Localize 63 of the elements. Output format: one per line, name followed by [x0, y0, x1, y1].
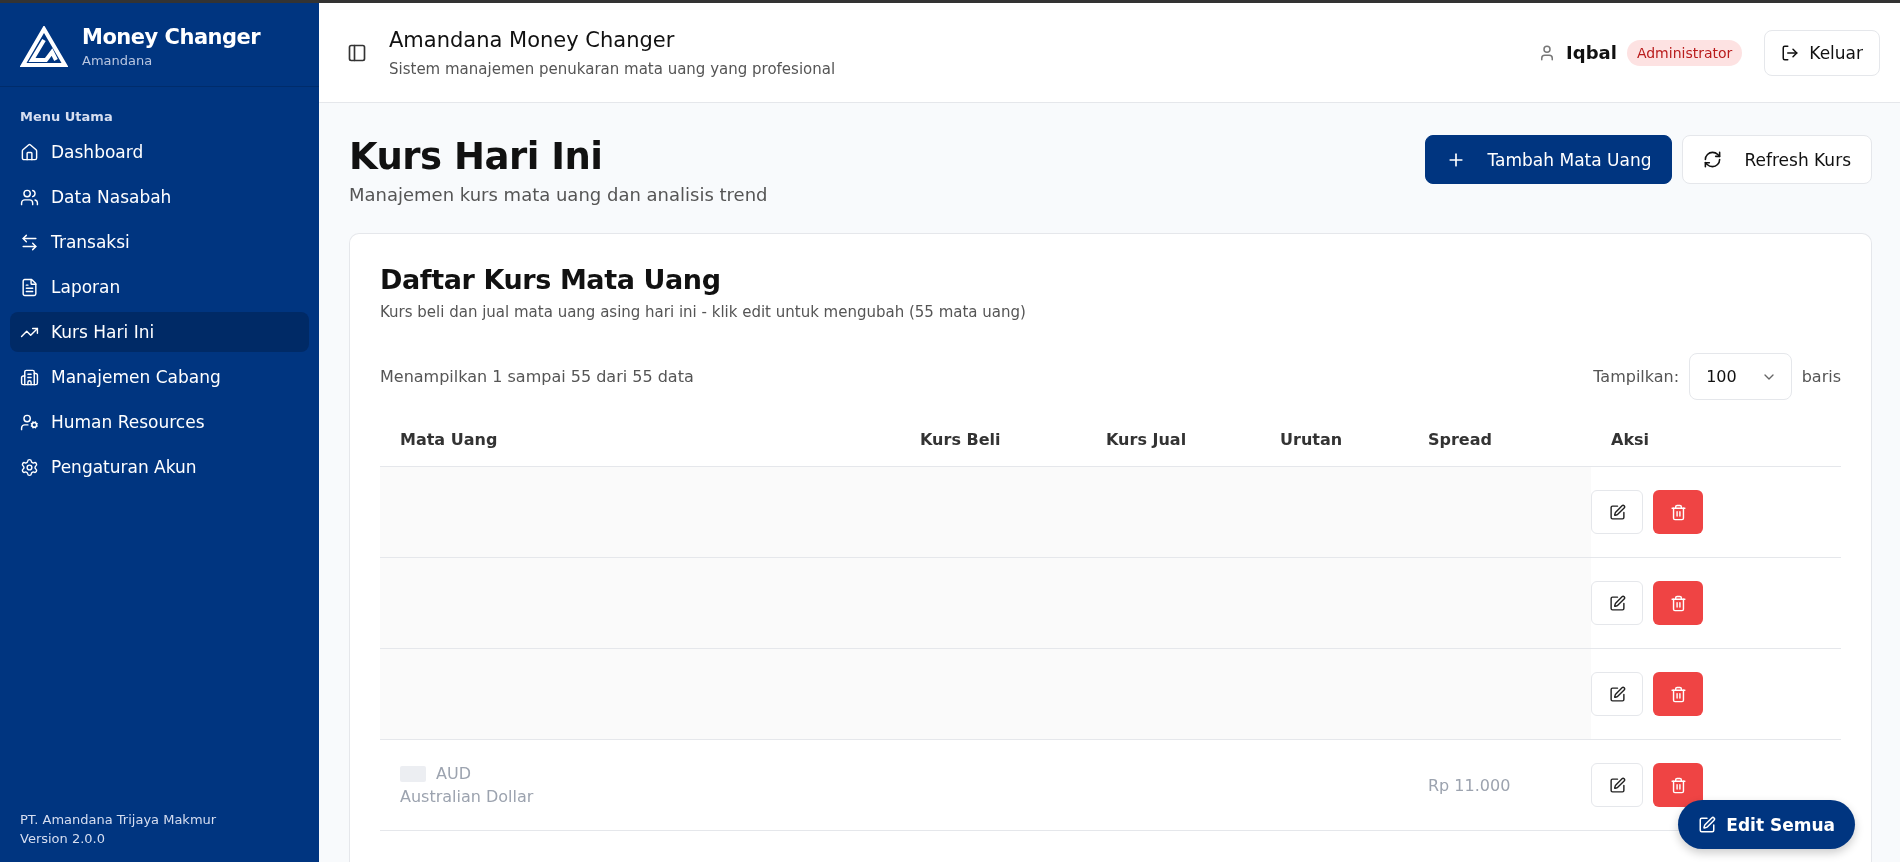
edit-icon	[1608, 503, 1626, 521]
trash-icon	[1669, 776, 1687, 794]
logout-icon	[1781, 43, 1800, 62]
sidebar-item[interactable]: Laporan	[10, 267, 309, 307]
edit-button[interactable]	[1591, 581, 1643, 625]
sidebar-item[interactable]: Data Nasabah	[10, 177, 309, 217]
refresh-icon	[1703, 150, 1723, 169]
page-title: Kurs Hari Ini	[349, 135, 604, 178]
edit-icon	[1608, 685, 1626, 703]
document-icon	[20, 277, 39, 297]
sidebar-item[interactable]: Human Resources	[10, 402, 309, 442]
brand-subtitle: Amandana	[82, 53, 154, 68]
footer-text: PT. Amandana Trijaya Makmur	[20, 812, 218, 827]
app-subtitle: Sistem manajemen penukaran mata uang yang profesional	[389, 59, 836, 78]
sidebar-item[interactable]: Transaksi	[10, 222, 309, 262]
column-header: Kurs Jual	[1105, 428, 1188, 451]
edit-icon	[1608, 776, 1626, 794]
edit-button[interactable]	[1591, 490, 1643, 534]
brand-title: Money Changer	[82, 25, 261, 49]
building-icon	[20, 367, 39, 387]
edit-button[interactable]	[1591, 672, 1643, 716]
sidebar-item[interactable]: Dashboard	[10, 132, 309, 172]
users-icon	[20, 187, 39, 207]
rows-label: baris	[1801, 367, 1841, 386]
logo-icon	[20, 25, 68, 68]
add-currency-button[interactable]: Tambah Mata Uang	[1424, 135, 1673, 184]
page-size-label: Tampilkan:	[1593, 367, 1680, 386]
page-subtitle: Manajemen kurs mata uang dan analisis trend	[349, 184, 768, 205]
column-header: Kurs Beli	[919, 428, 1002, 451]
role-badge: Administrator	[1626, 39, 1743, 66]
column-header: Aksi	[1610, 428, 1651, 451]
edit-all-button[interactable]: Edit Semua	[1678, 800, 1855, 849]
column-header: Spread	[1427, 428, 1493, 451]
sidebar-item[interactable]: Manajemen Cabang	[10, 357, 309, 397]
app-title: Amandana Money Changer	[389, 27, 676, 52]
menu-section-label: Menu Utama	[20, 109, 114, 124]
footer-text: Version 2.0.0	[20, 831, 106, 846]
refresh-button[interactable]: Refresh Kurs	[1682, 135, 1872, 184]
edit-icon	[1698, 815, 1717, 834]
currency-code: AUD	[436, 764, 471, 783]
column-header: Urutan	[1279, 428, 1344, 451]
settings-icon	[20, 457, 39, 477]
trash-icon	[1669, 594, 1687, 612]
arrows-icon	[20, 232, 39, 252]
edit-button[interactable]	[1591, 763, 1643, 807]
page-size-select[interactable]: 100	[1689, 353, 1792, 400]
sidebar-toggle-icon[interactable]	[347, 42, 367, 63]
logout-button[interactable]: Keluar	[1764, 29, 1880, 76]
trash-icon	[1669, 685, 1687, 703]
spread-value: Rp 11.000	[1428, 775, 1512, 795]
column-header: Mata Uang	[399, 428, 499, 451]
sidebar-item[interactable]: Kurs Hari Ini	[10, 312, 309, 352]
home-icon	[20, 142, 39, 162]
user-gear-icon	[20, 412, 39, 432]
sidebar-item[interactable]: Pengaturan Akun	[10, 447, 309, 487]
edit-icon	[1608, 594, 1626, 612]
trash-icon	[1669, 503, 1687, 521]
user-name: Iqbal	[1566, 42, 1617, 63]
card-subtitle: Kurs beli dan jual mata uang asing hari ini - klik edit untuk mengubah (55 mata uang)	[380, 303, 1027, 321]
delete-button[interactable]	[1653, 763, 1703, 807]
currency-name: Australian Dollar	[400, 787, 535, 806]
card-title: Daftar Kurs Mata Uang	[380, 264, 722, 295]
record-summary: Menampilkan 1 sampai 55 dari 55 data	[380, 367, 694, 386]
